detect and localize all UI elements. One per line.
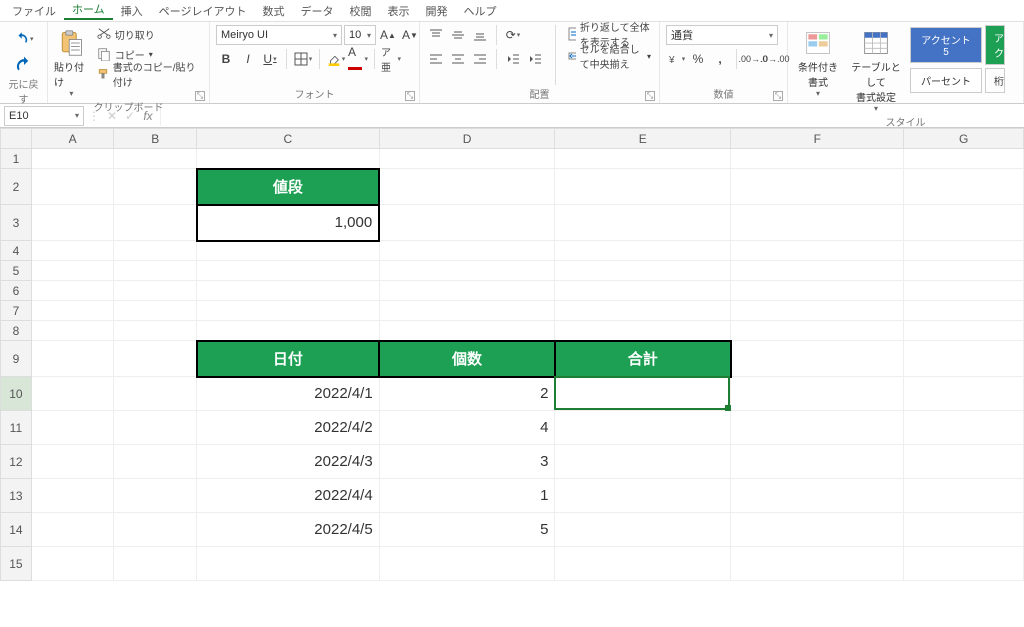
cell-E10[interactable] [555,377,731,411]
align-bottom-icon[interactable] [470,25,490,45]
col-header-E[interactable]: E [555,129,731,149]
orientation-button[interactable]: ⟳▾ [503,25,523,45]
svg-text:¥: ¥ [668,55,675,66]
clipboard-launcher[interactable]: ⤡ [195,91,205,101]
tab-developer[interactable]: 開発 [417,3,455,19]
cell-D13[interactable]: 1 [379,479,555,513]
redo-button[interactable] [14,55,34,75]
row-header-14[interactable]: 14 [1,513,32,547]
number-format-combo[interactable]: 通貨▾ [666,25,778,45]
cell-D14[interactable]: 5 [379,513,555,547]
row-header-10[interactable]: 10 [1,377,32,411]
undo-button[interactable]: ▾ [14,29,34,49]
tab-data[interactable]: データ [292,3,341,19]
row-header-1[interactable]: 1 [1,149,32,169]
tab-view[interactable]: 表示 [379,3,417,19]
group-label-number: 数値 [666,85,781,103]
cell-total-header[interactable]: 合計 [555,341,731,377]
cell-price-header[interactable]: 値段 [197,169,380,205]
col-header-G[interactable]: G [904,129,1024,149]
cell-style-more-2[interactable]: 桁 [985,68,1005,93]
cell-count-header[interactable]: 個数 [379,341,555,377]
cell-date-header[interactable]: 日付 [197,341,380,377]
cell-style-percent[interactable]: パーセント [910,68,982,93]
merge-center-button[interactable]: セルを結合して中央揃え ▾ [566,47,653,65]
align-right-icon[interactable] [470,49,490,69]
col-header-C[interactable]: C [197,129,380,149]
align-middle-icon[interactable] [448,25,468,45]
cell-D12[interactable]: 3 [379,445,555,479]
decrease-indent-icon[interactable] [503,49,523,69]
row-header-11[interactable]: 11 [1,411,32,445]
tab-pagelayout[interactable]: ページレイアウト [151,3,255,19]
increase-font-icon[interactable]: A▲ [378,25,398,45]
tab-home[interactable]: ホーム [64,1,113,20]
fill-color-button[interactable]: ▾ [326,49,346,69]
alignment-launcher[interactable]: ⤡ [645,91,655,101]
cell-price-value[interactable]: 1,000 [197,205,380,241]
percent-button[interactable]: % [688,49,708,69]
font-color-button[interactable]: A▾ [348,49,368,69]
row-header-13[interactable]: 13 [1,479,32,513]
tab-formulas[interactable]: 数式 [254,3,292,19]
select-all-corner[interactable] [1,129,32,149]
align-center-icon[interactable] [448,49,468,69]
align-top-icon[interactable] [426,25,446,45]
cell-D10[interactable]: 2 [379,377,555,411]
ribbon-tabs: ファイル ホーム 挿入 ページレイアウト 数式 データ 校閲 表示 開発 ヘルプ [0,0,1024,22]
font-launcher[interactable]: ⤡ [405,91,415,101]
tab-review[interactable]: 校閲 [341,3,379,19]
row-header-12[interactable]: 12 [1,445,32,479]
decrease-decimal-icon[interactable]: .0→.00 [765,49,785,69]
row-header-6[interactable]: 6 [1,281,32,301]
format-as-table-button[interactable]: テーブルとして 書式設定▾ [848,25,904,113]
tab-help[interactable]: ヘルプ [455,3,504,19]
format-painter-button[interactable]: 書式のコピー/貼り付け [95,65,203,83]
ribbon: ▾ 元に戻す 貼り付け▾ 切り取り コピー ▾ 書式のコピー/貼り付け クリップ… [0,22,1024,104]
increase-indent-icon[interactable] [525,49,545,69]
phonetic-button[interactable]: ア亜▾ [381,49,401,69]
conditional-formatting-button[interactable]: 条件付き 書式▾ [794,25,842,98]
tab-insert[interactable]: 挿入 [113,3,151,19]
number-launcher[interactable]: ⤡ [773,91,783,101]
cell-style-accent5[interactable]: アクセント 5 [910,27,982,63]
spreadsheet-grid[interactable]: A B C D E F G 1 2 値段 3 1,000 4 5 6 7 8 9… [0,128,1024,581]
group-label-font: フォント [216,85,413,103]
group-label-clipboard: クリップボード [54,98,203,116]
borders-button[interactable]: ▾ [293,49,313,69]
paste-button[interactable]: 貼り付け▾ [54,25,89,98]
row-header-8[interactable]: 8 [1,321,32,341]
group-label-alignment: 配置 [426,85,653,103]
cell-C10[interactable]: 2022/4/1 [197,377,380,411]
cell-C12[interactable]: 2022/4/3 [197,445,380,479]
group-label-undo: 元に戻す [6,75,41,108]
decrease-font-icon[interactable]: A▼ [400,25,420,45]
col-header-F[interactable]: F [731,129,904,149]
bold-button[interactable]: B [216,49,236,69]
row-header-7[interactable]: 7 [1,301,32,321]
cell-C14[interactable]: 2022/4/5 [197,513,380,547]
col-header-A[interactable]: A [31,129,114,149]
tab-file[interactable]: ファイル [4,3,64,19]
align-left-icon[interactable] [426,49,446,69]
accounting-button[interactable]: ¥▾ [666,49,686,69]
comma-button[interactable]: , [710,49,730,69]
row-header-5[interactable]: 5 [1,261,32,281]
cell-C11[interactable]: 2022/4/2 [197,411,380,445]
row-header-2[interactable]: 2 [1,169,32,205]
row-header-9[interactable]: 9 [1,341,32,377]
cell-D11[interactable]: 4 [379,411,555,445]
font-size-combo[interactable]: 10▾ [344,25,376,45]
underline-button[interactable]: U▾ [260,49,280,69]
cell-C13[interactable]: 2022/4/4 [197,479,380,513]
font-name-combo[interactable]: Meiryo UI▾ [216,25,342,45]
col-header-D[interactable]: D [379,129,555,149]
italic-button[interactable]: I [238,49,258,69]
col-header-B[interactable]: B [114,129,197,149]
row-header-15[interactable]: 15 [1,547,32,581]
cell-style-more-1[interactable]: アク [985,25,1005,65]
row-header-4[interactable]: 4 [1,241,32,261]
row-header-3[interactable]: 3 [1,205,32,241]
cut-button[interactable]: 切り取り [95,25,203,43]
